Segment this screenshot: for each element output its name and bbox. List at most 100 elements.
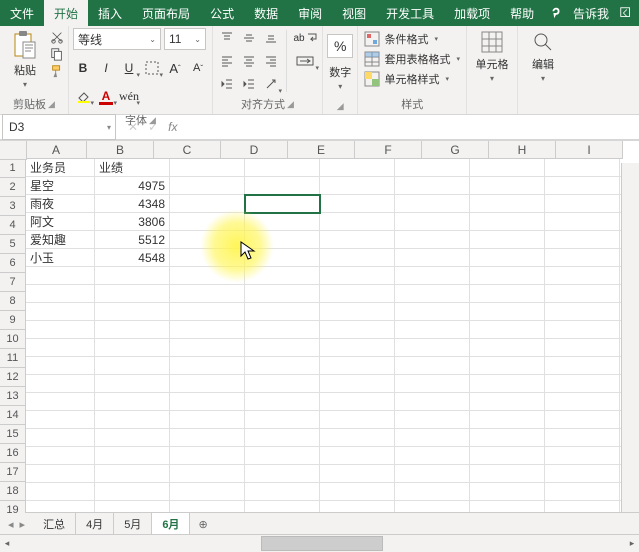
cell[interactable] xyxy=(320,429,395,447)
cell[interactable] xyxy=(470,303,545,321)
cell[interactable] xyxy=(320,393,395,411)
row-header[interactable]: 17 xyxy=(0,463,26,482)
cell[interactable] xyxy=(545,321,620,339)
cell[interactable] xyxy=(245,267,320,285)
number-format-button[interactable]: 数字▾ xyxy=(327,62,353,93)
cell[interactable] xyxy=(170,195,245,213)
cell[interactable] xyxy=(26,357,95,375)
column-header[interactable]: B xyxy=(87,141,154,159)
font-color-button[interactable]: A▾ xyxy=(96,86,116,106)
cell[interactable]: 4348 xyxy=(95,195,170,213)
cell[interactable] xyxy=(26,267,95,285)
cell[interactable] xyxy=(545,465,620,483)
cell[interactable] xyxy=(470,177,545,195)
cell[interactable] xyxy=(470,411,545,429)
cell[interactable] xyxy=(245,213,320,231)
editing-button[interactable]: 编辑▾ xyxy=(522,28,564,85)
cell[interactable] xyxy=(470,483,545,501)
cell[interactable] xyxy=(470,195,545,213)
wrap-text-button[interactable]: ab xyxy=(292,28,318,48)
cell[interactable] xyxy=(245,411,320,429)
cell[interactable] xyxy=(95,267,170,285)
cell[interactable] xyxy=(470,429,545,447)
cell[interactable] xyxy=(245,231,320,249)
cell[interactable] xyxy=(395,195,470,213)
cell[interactable]: 4975 xyxy=(95,177,170,195)
cell[interactable] xyxy=(245,303,320,321)
cell[interactable] xyxy=(245,195,320,213)
cell[interactable] xyxy=(545,429,620,447)
cell[interactable] xyxy=(170,267,245,285)
cell[interactable] xyxy=(95,375,170,393)
cell[interactable] xyxy=(245,393,320,411)
cell[interactable] xyxy=(170,231,245,249)
tab-review[interactable]: 审阅 xyxy=(288,0,332,26)
row-header[interactable]: 18 xyxy=(0,482,26,501)
paste-button[interactable]: 粘贴 ▾ xyxy=(4,28,46,91)
cell[interactable] xyxy=(395,429,470,447)
cell[interactable] xyxy=(320,231,395,249)
cell[interactable] xyxy=(545,447,620,465)
increase-font-icon[interactable]: Aˆ xyxy=(165,58,185,78)
cell[interactable] xyxy=(545,159,620,177)
alignment-launcher-icon[interactable]: ◢ xyxy=(287,99,294,110)
cell[interactable] xyxy=(320,357,395,375)
cell[interactable] xyxy=(95,483,170,501)
sheet-tab[interactable]: 汇总 xyxy=(33,512,76,537)
cell[interactable] xyxy=(395,267,470,285)
cell[interactable] xyxy=(95,285,170,303)
scroll-thumb[interactable] xyxy=(261,536,383,551)
cell[interactable] xyxy=(470,357,545,375)
cell[interactable] xyxy=(170,339,245,357)
cell[interactable] xyxy=(95,357,170,375)
cell[interactable] xyxy=(320,159,395,177)
row-header[interactable]: 4 xyxy=(0,216,26,235)
cell[interactable]: 雨夜 xyxy=(26,195,95,213)
align-right-icon[interactable] xyxy=(261,51,281,71)
row-header[interactable]: 7 xyxy=(0,273,26,292)
cell[interactable] xyxy=(545,231,620,249)
cell[interactable] xyxy=(170,465,245,483)
cell[interactable] xyxy=(395,375,470,393)
cell[interactable] xyxy=(320,465,395,483)
number-launcher-icon[interactable]: ◢ xyxy=(337,101,344,112)
merge-button[interactable]: ▾ xyxy=(292,51,318,71)
cell[interactable] xyxy=(470,393,545,411)
horizontal-scrollbar[interactable]: ◂ ▸ xyxy=(0,534,639,552)
cell[interactable] xyxy=(470,339,545,357)
row-header[interactable]: 5 xyxy=(0,235,26,254)
cell[interactable] xyxy=(170,393,245,411)
cell[interactable] xyxy=(170,375,245,393)
cell[interactable] xyxy=(26,375,95,393)
cell[interactable] xyxy=(245,429,320,447)
cell[interactable] xyxy=(170,249,245,267)
cell[interactable] xyxy=(545,195,620,213)
select-all-corner[interactable] xyxy=(0,141,27,160)
cell[interactable] xyxy=(395,357,470,375)
cell[interactable] xyxy=(395,213,470,231)
cell[interactable] xyxy=(470,465,545,483)
cell[interactable] xyxy=(95,339,170,357)
cell[interactable] xyxy=(470,321,545,339)
cell[interactable]: 4548 xyxy=(95,249,170,267)
cell[interactable] xyxy=(320,483,395,501)
cell[interactable] xyxy=(395,285,470,303)
sheet-tab[interactable]: 4月 xyxy=(76,512,114,537)
row-header[interactable]: 6 xyxy=(0,254,26,273)
column-header[interactable]: E xyxy=(288,141,355,159)
cell[interactable] xyxy=(170,303,245,321)
row-header[interactable]: 12 xyxy=(0,368,26,387)
tab-insert[interactable]: 插入 xyxy=(88,0,132,26)
cell[interactable] xyxy=(95,447,170,465)
cell[interactable] xyxy=(395,177,470,195)
cell[interactable] xyxy=(170,159,245,177)
sheet-nav-next-icon[interactable]: ▸ xyxy=(20,518,26,531)
cell-styles-button[interactable]: 单元格样式▾ xyxy=(362,70,451,88)
cell[interactable]: 星空 xyxy=(26,177,95,195)
percent-icon[interactable]: % xyxy=(327,34,353,58)
cell[interactable] xyxy=(245,339,320,357)
cell[interactable] xyxy=(245,159,320,177)
cell[interactable] xyxy=(320,249,395,267)
tab-file[interactable]: 文件 xyxy=(0,0,44,26)
cell[interactable] xyxy=(170,411,245,429)
